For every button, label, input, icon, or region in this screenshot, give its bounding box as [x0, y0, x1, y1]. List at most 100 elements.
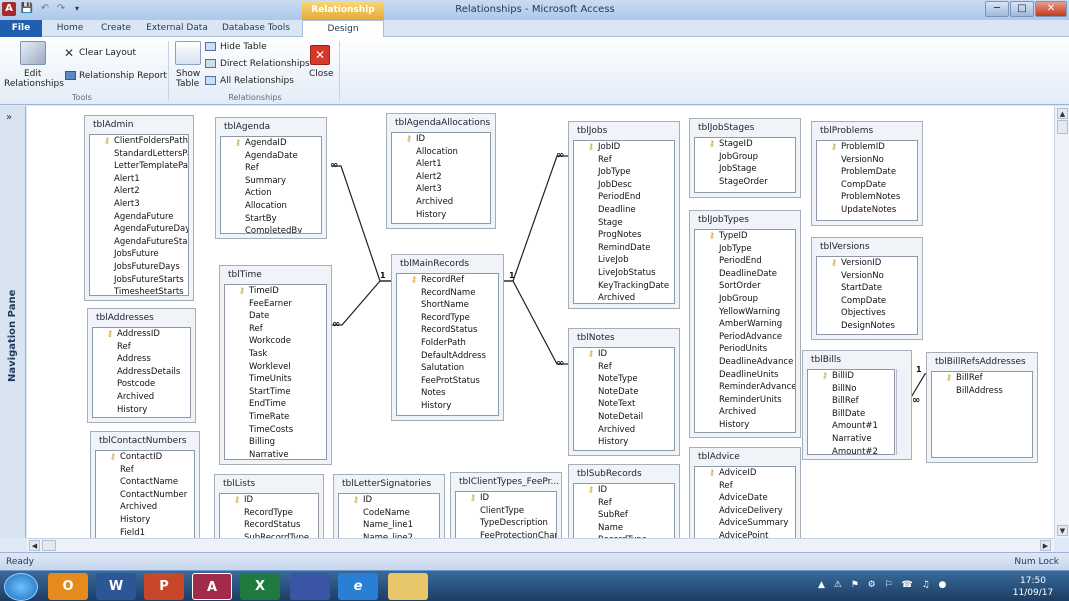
field-list[interactable]: ⚷ ClientFoldersPath StandardLettersPath Let… — [89, 134, 189, 296]
primary-key-field[interactable]: ⚷ AdviceID — [695, 467, 795, 480]
field-list[interactable]: ⚷ RecordRef RecordName ShortName RecordType R… — [396, 273, 499, 416]
table-field[interactable]: KeyTrackingDate — [574, 280, 674, 293]
tab-home[interactable]: Home — [50, 20, 90, 37]
table-tblJobs[interactable]: tblJobs ⚷ JobID Ref JobType JobDesc PeriodEnd D… — [568, 121, 680, 309]
system-tray-icons[interactable]: ▲ ⚠ ⚑ ⚙ ⚐ ☎ ♫ ● — [818, 580, 949, 590]
field-list[interactable]: ⚷ TypeID JobType PeriodEnd DeadlineDate SortO… — [694, 229, 796, 433]
table-title[interactable]: tblBills — [811, 355, 841, 365]
table-tblAddresses[interactable]: tblAddresses ⚷ AddressID Ref Address AddressD… — [87, 308, 196, 423]
table-field[interactable]: RecordName — [397, 287, 498, 300]
table-field[interactable]: Salutation — [397, 362, 498, 375]
clear-layout-button[interactable]: Clear Layout — [79, 48, 136, 58]
table-tblClientTypes[interactable]: tblClientTypes_FeePr... ⚷ ID ClientType Type… — [450, 472, 562, 538]
tab-database-tools[interactable]: Database Tools — [220, 20, 292, 37]
relationship-report-button[interactable]: Relationship Report — [79, 71, 167, 81]
table-field[interactable]: VersionNo — [817, 270, 917, 283]
table-field[interactable]: Archived — [392, 196, 490, 209]
all-relationships-icon[interactable] — [205, 76, 216, 85]
direct-relationships-icon[interactable] — [205, 59, 216, 68]
field-list[interactable]: ⚷ AgendaID AgendaDate Ref Summary Action Alloc… — [220, 136, 322, 234]
table-field[interactable]: AgendaFutureStart — [90, 236, 188, 249]
table-field[interactable]: Date — [225, 310, 326, 323]
table-field[interactable]: AgendaDate — [221, 150, 321, 163]
table-field[interactable]: History — [397, 400, 498, 413]
table-field[interactable]: DesignNotes — [817, 320, 917, 333]
field-list[interactable]: ⚷ ID CodeName Name_line1 Name_line2 — [338, 493, 440, 538]
table-field[interactable]: SortOrder — [695, 280, 795, 293]
table-field[interactable]: LetterTemplatePath — [90, 160, 188, 173]
table-field[interactable]: ProgNotes — [574, 229, 674, 242]
table-field[interactable]: Name — [574, 522, 674, 535]
table-title[interactable]: tblBillRefsAddresses — [935, 357, 1026, 367]
table-field[interactable]: Ref — [93, 341, 190, 354]
table-field[interactable]: Ref — [695, 480, 795, 493]
table-field[interactable]: ReminderUnits — [695, 394, 795, 407]
primary-key-field[interactable]: ⚷ ID — [220, 494, 318, 507]
table-field[interactable]: Address — [93, 353, 190, 366]
table-field[interactable]: AgendaFuture — [90, 211, 188, 224]
file-explorer-taskbar-icon[interactable] — [388, 573, 428, 600]
table-field[interactable]: TimesheetStarts — [90, 286, 188, 295]
table-tblAdvice[interactable]: tblAdvice ⚷ AdviceID Ref AdviceDate AdviceDel… — [689, 447, 801, 538]
all-relationships-button[interactable]: All Relationships — [220, 76, 294, 86]
customize-qat-icon[interactable]: ▾ — [70, 2, 84, 16]
table-field[interactable]: Alert3 — [392, 183, 490, 196]
horizontal-scrollbar[interactable]: ◀ ▶ — [27, 538, 1054, 552]
table-field[interactable]: CompDate — [817, 179, 917, 192]
vertical-scrollbar[interactable]: ▲ ▼ — [1054, 106, 1069, 538]
internet-explorer-taskbar-icon[interactable]: e — [338, 573, 378, 600]
table-field[interactable]: Archived — [96, 501, 194, 514]
table-field[interactable]: Name_line1 — [339, 519, 439, 532]
primary-key-field[interactable]: ⚷ ClientFoldersPath — [90, 135, 188, 148]
table-field[interactable]: StageOrder — [695, 176, 795, 189]
scroll-down-button[interactable]: ▼ — [1057, 525, 1068, 536]
field-list-scrollbar[interactable] — [896, 369, 907, 455]
field-list[interactable]: ⚷ ID ClientType TypeDescription FeeProtectio… — [455, 491, 557, 538]
table-field[interactable]: JobsFutureDays — [90, 261, 188, 274]
edit-relationships-label-2[interactable]: Relationships — [4, 79, 64, 89]
table-field[interactable]: CompletedBy — [221, 225, 321, 233]
table-tblContactNumbers[interactable]: tblContactNumbers ⚷ ContactID Ref ContactNam… — [90, 431, 200, 538]
table-title[interactable]: tblClientTypes_FeePr... — [459, 477, 559, 487]
table-field[interactable]: DeadlineDate — [695, 268, 795, 281]
field-list[interactable]: ⚷ BillRef BillAddress — [931, 371, 1033, 458]
relationship-report-icon[interactable] — [65, 71, 76, 80]
undo-icon[interactable]: ↶ — [38, 2, 52, 16]
table-field[interactable]: Action — [221, 187, 321, 200]
show-table-label-1[interactable]: Show — [176, 69, 200, 79]
table-field[interactable]: AdvicePoint — [695, 530, 795, 538]
outlook-taskbar-icon[interactable]: O — [48, 573, 88, 600]
table-title[interactable]: tblJobs — [577, 126, 607, 136]
relationship-line[interactable] — [332, 165, 391, 282]
table-field[interactable]: RecordStatus — [220, 519, 318, 532]
primary-key-field[interactable]: ⚷ TimeID — [225, 285, 326, 298]
maximize-button[interactable]: □ — [1010, 1, 1034, 17]
close-relationships-button[interactable]: Close — [309, 69, 334, 79]
table-title[interactable]: tblJobStages — [698, 123, 754, 133]
field-list[interactable]: ⚷ ProblemID VersionNo ProblemDate CompDate Pr… — [816, 140, 918, 221]
show-table-icon[interactable] — [175, 41, 201, 65]
relationship-line[interactable] — [332, 280, 391, 326]
field-list[interactable]: ⚷ BillID BillNo BillRef BillDate Amount#1 Narr… — [807, 369, 895, 455]
table-field[interactable]: StartBy — [221, 213, 321, 226]
table-field[interactable]: Deadline — [574, 204, 674, 217]
table-field[interactable]: JobType — [574, 166, 674, 179]
primary-key-field[interactable]: ⚷ ProblemID — [817, 141, 917, 154]
field-list[interactable]: ⚷ StageID JobGroup JobStage StageOrder — [694, 137, 796, 193]
table-field[interactable]: Archived — [574, 424, 674, 437]
powerpoint-taskbar-icon[interactable]: P — [144, 573, 184, 600]
table-tblMainRecords[interactable]: tblMainRecords ⚷ RecordRef RecordName ShortN… — [391, 254, 504, 421]
table-field[interactable]: JobGroup — [695, 151, 795, 164]
field-list[interactable]: ⚷ JobID Ref JobType JobDesc PeriodEnd Deadline… — [573, 140, 675, 304]
field-list[interactable]: ⚷ ContactID Ref ContactName ContactNumber Arc… — [95, 450, 195, 538]
table-tblBills[interactable]: tblBills ⚷ BillID BillNo BillRef BillDate Amou… — [802, 350, 912, 460]
table-field[interactable]: DeadlineAdvance — [695, 356, 795, 369]
table-field[interactable]: RemindDate — [574, 242, 674, 255]
clear-layout-icon[interactable]: ✕ — [64, 46, 74, 60]
field-list[interactable]: ⚷ ID Allocation Alert1 Alert2 Alert3 Archived H… — [391, 132, 491, 224]
table-tblAgendaAllocations[interactable]: tblAgendaAllocations ⚷ ID Allocation Alert1 A… — [386, 113, 496, 229]
primary-key-field[interactable]: ⚷ AgendaID — [221, 137, 321, 150]
tab-external-data[interactable]: External Data — [145, 20, 209, 37]
table-field[interactable]: Ref — [96, 464, 194, 477]
tab-file[interactable]: File — [0, 20, 42, 37]
